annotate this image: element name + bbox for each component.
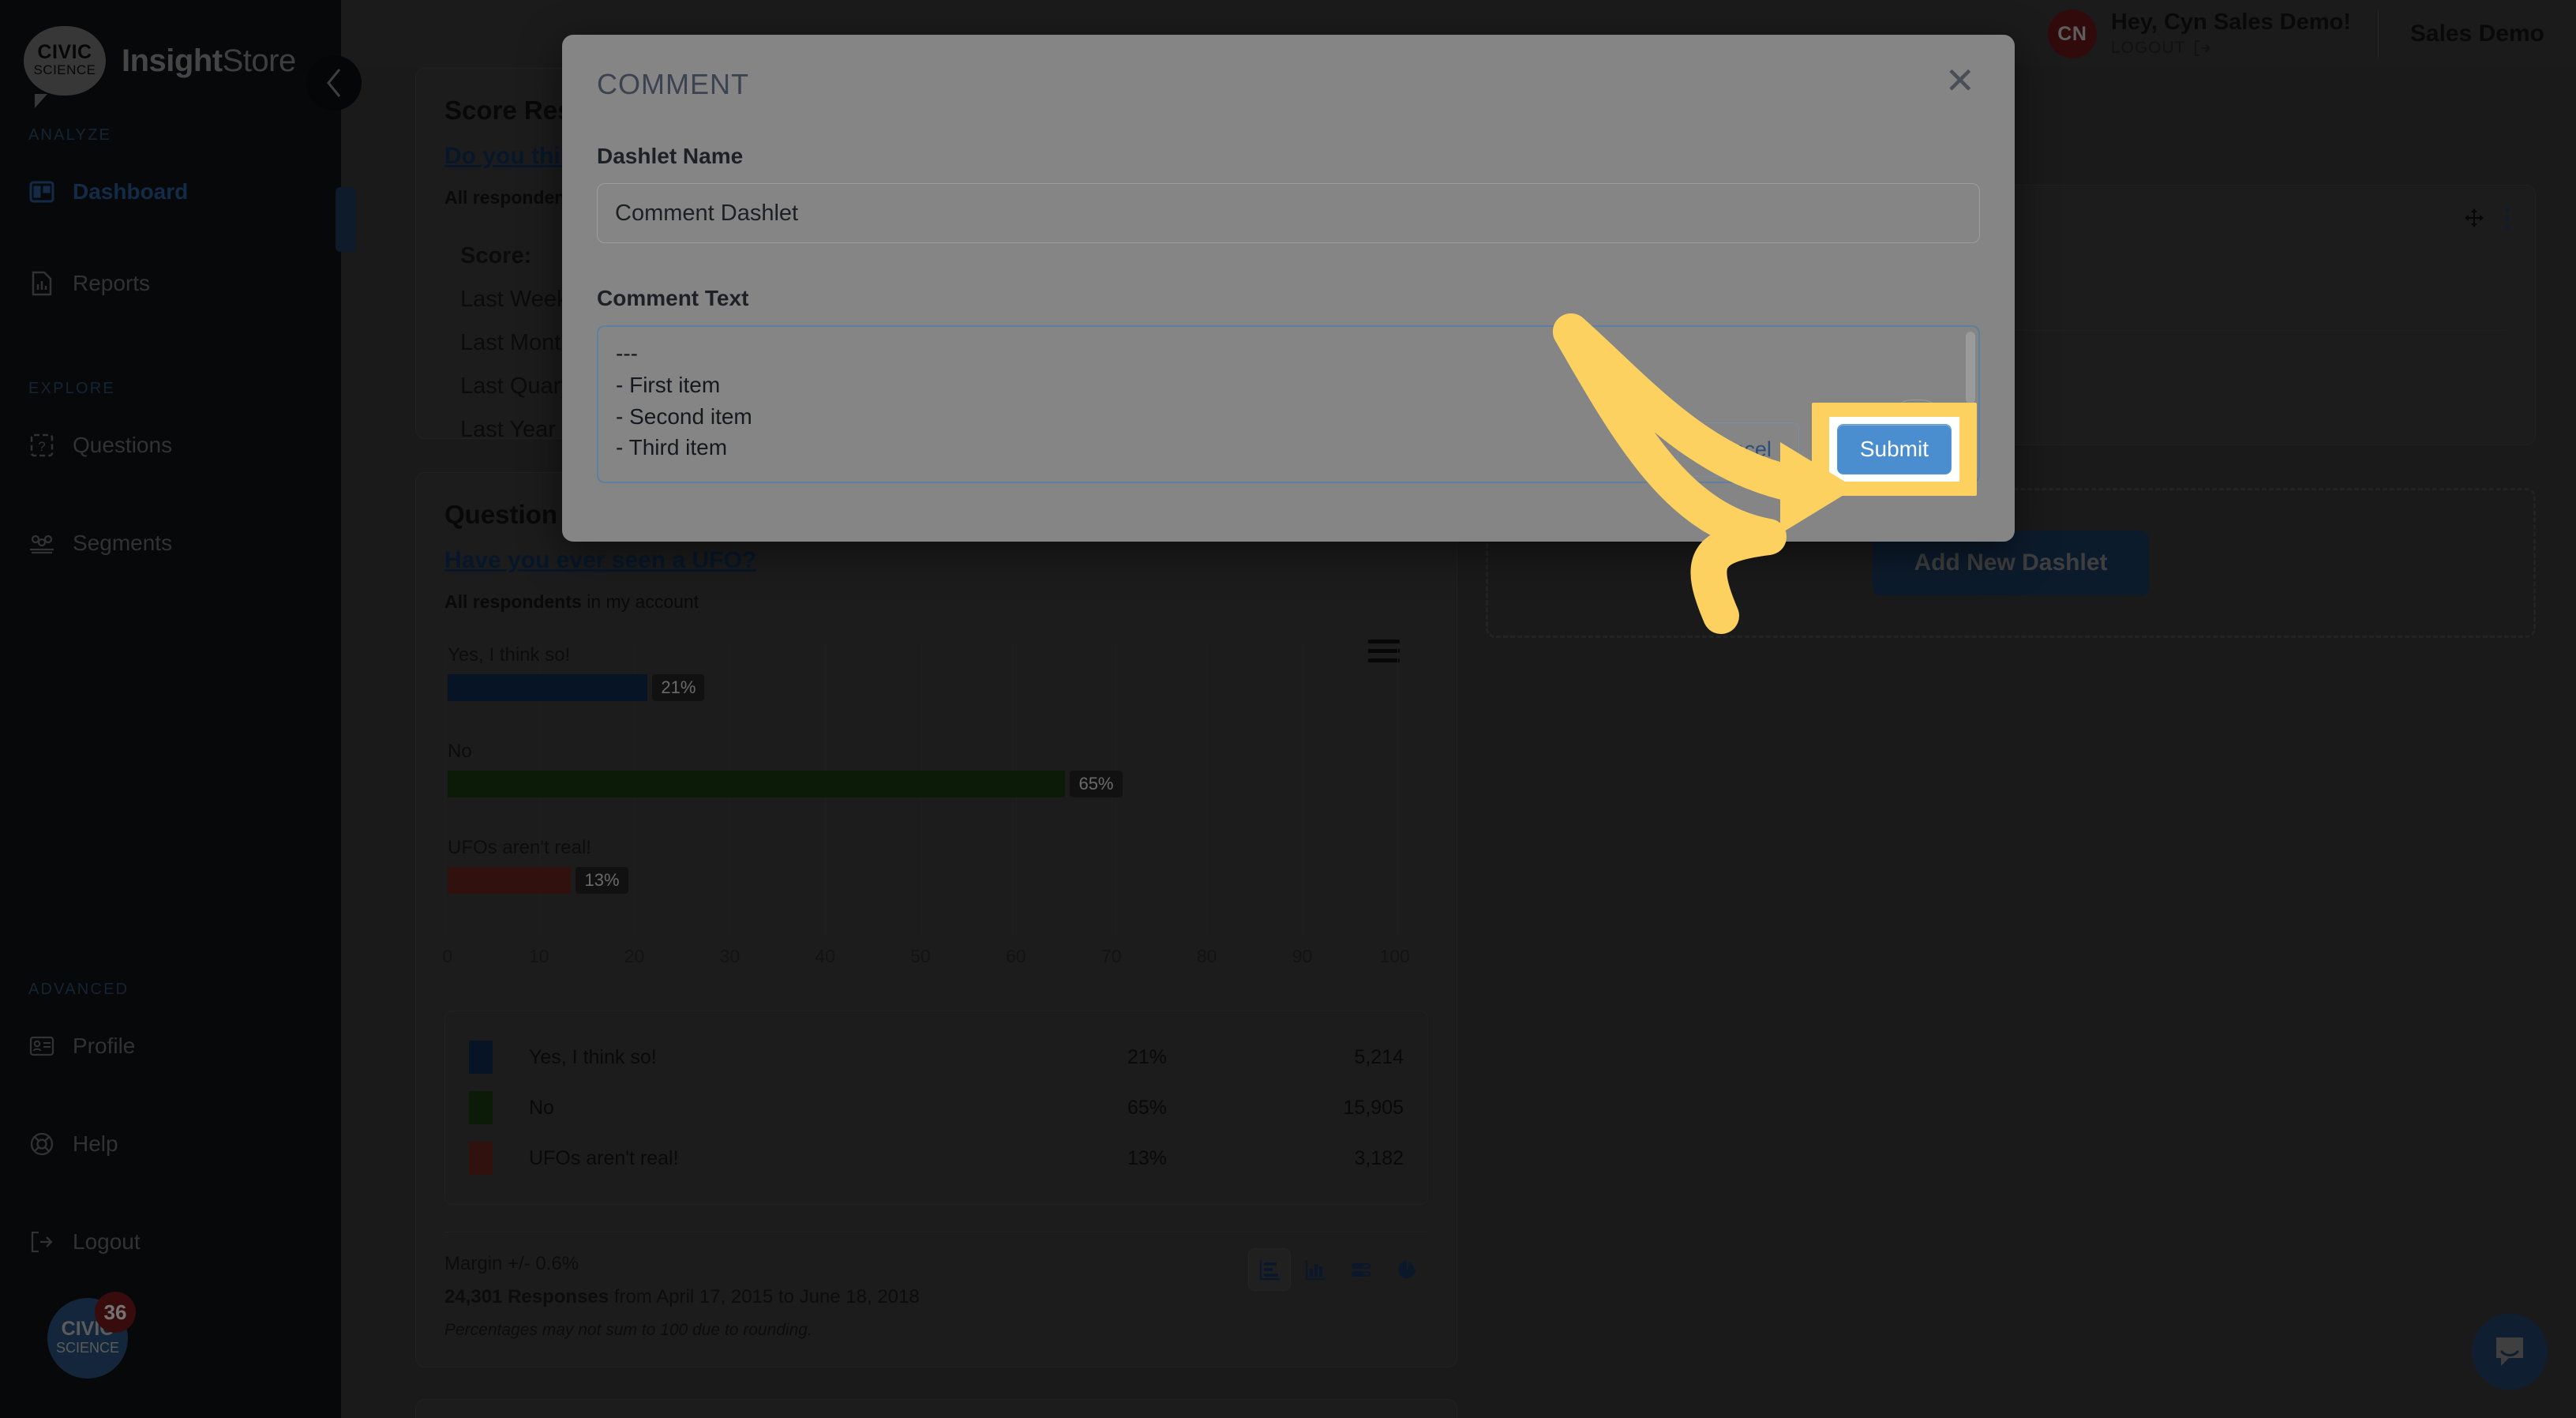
scrollbar-thumb[interactable] <box>1966 332 1975 404</box>
modal-header: COMMENT ✕ <box>597 62 1980 101</box>
app-root: CIVIC SCIENCE InsightStore ANALYZE Dashb… <box>0 0 2576 1418</box>
submit-button[interactable]: Submit <box>1836 424 1952 475</box>
dashlet-name-label: Dashlet Name <box>597 144 744 168</box>
close-icon[interactable]: ✕ <box>1940 62 1980 99</box>
modal-title: COMMENT <box>597 68 749 100</box>
cancel-button[interactable]: Cancel <box>1677 422 1799 477</box>
submit-highlight-annotation: Submit <box>1811 403 1977 496</box>
modal-actions: Cancel Submit <box>1677 403 1977 496</box>
comment-modal: COMMENT ✕ Dashlet Name Comment Text --- … <box>562 35 2015 542</box>
comment-text-label: Comment Text <box>597 286 749 310</box>
dashlet-name-input[interactable] <box>597 183 1980 243</box>
submit-highlight-inner: Submit <box>1828 417 1959 482</box>
